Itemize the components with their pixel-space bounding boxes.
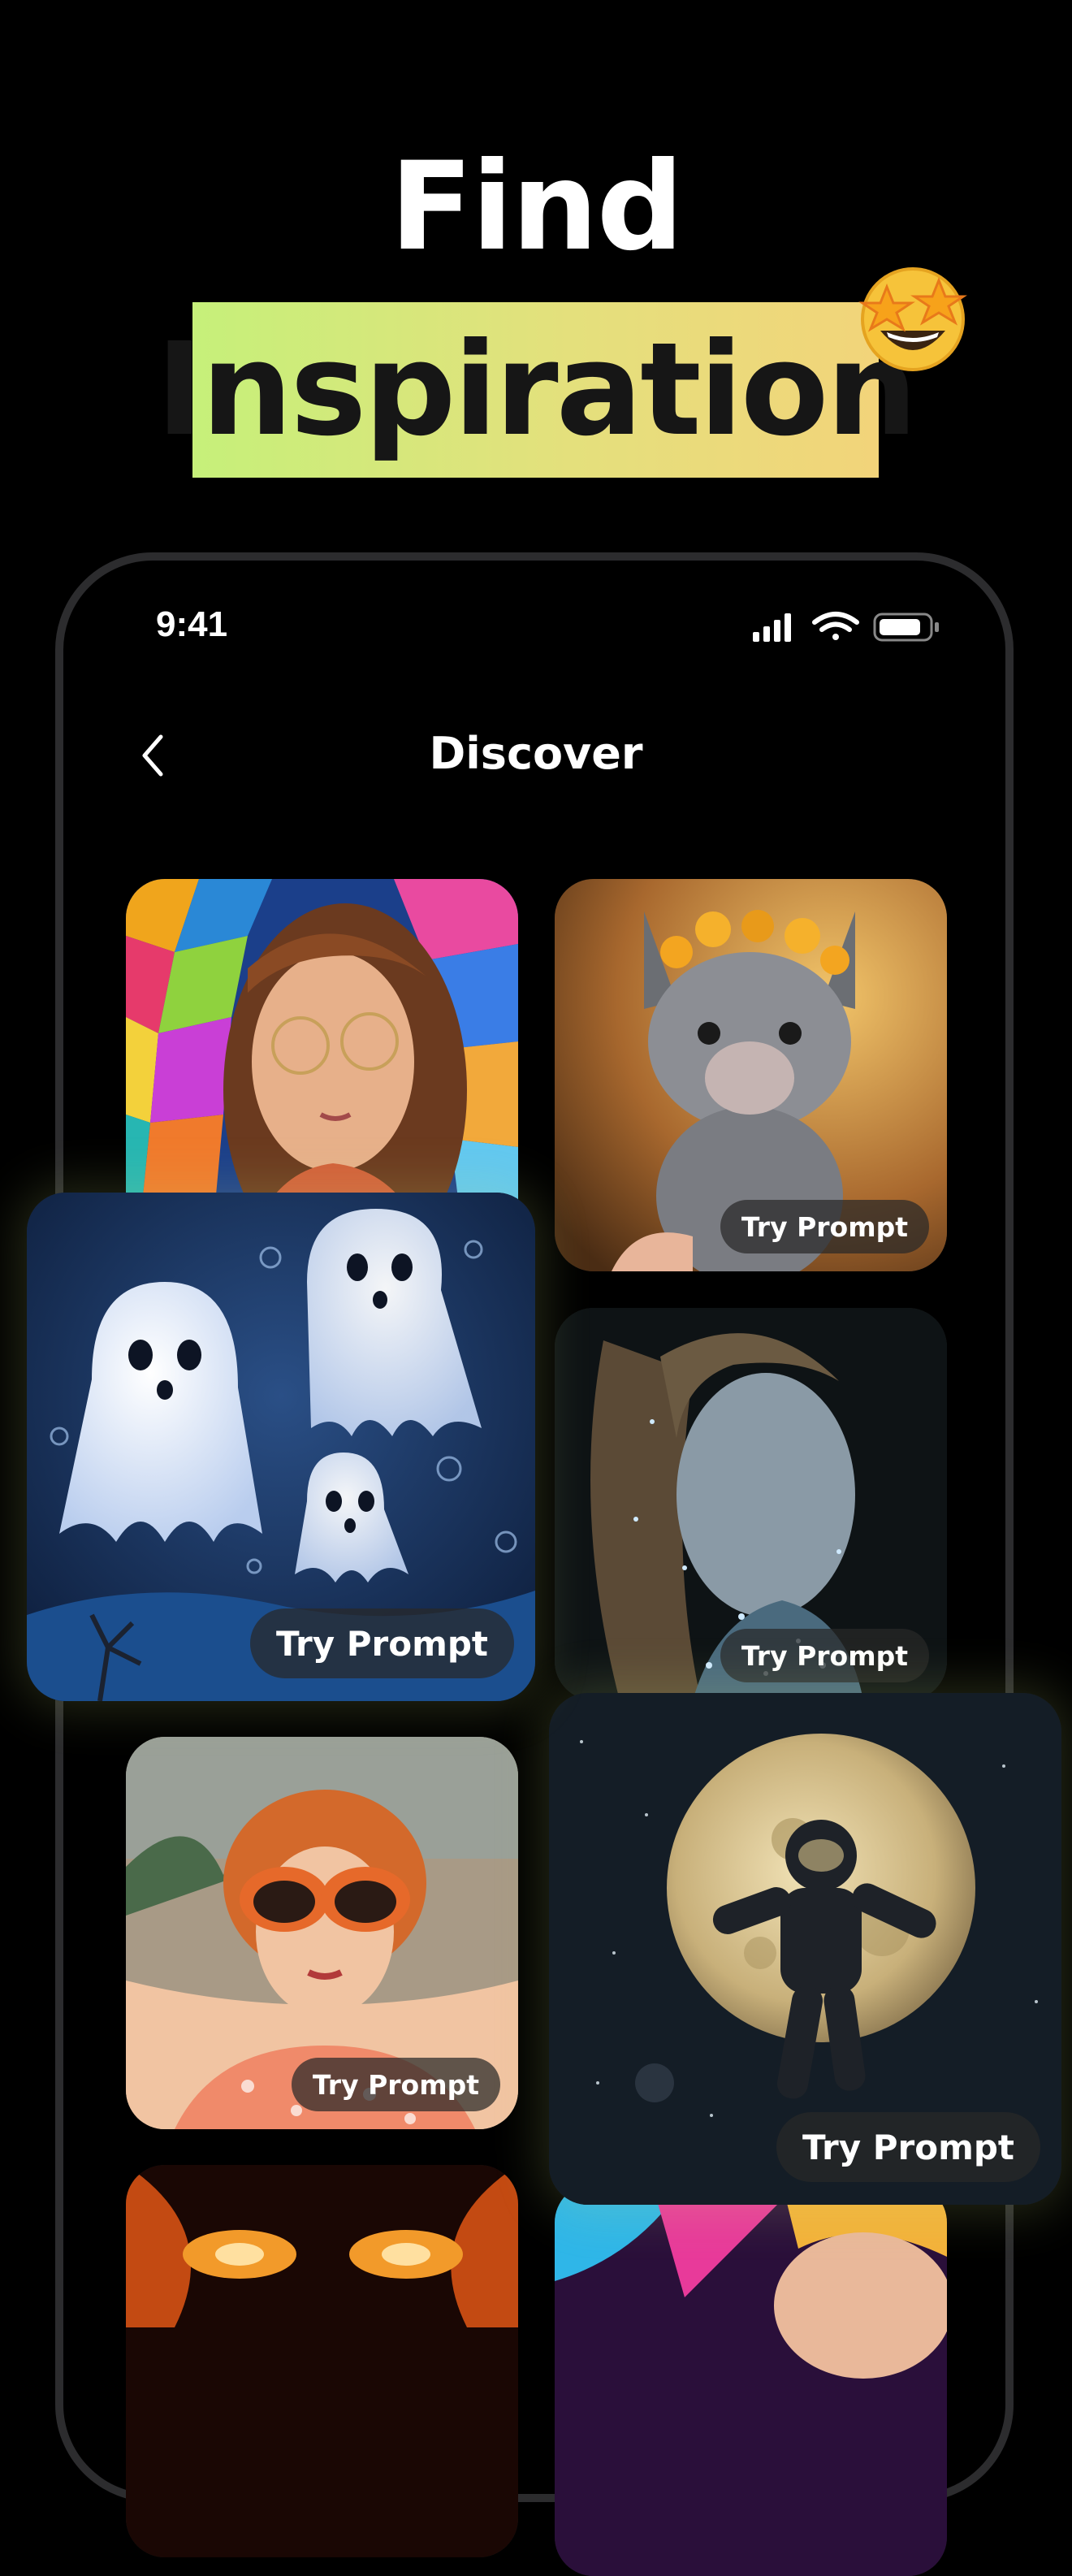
- try-prompt-button[interactable]: Try Prompt: [720, 1200, 929, 1253]
- cellular-signal-icon: [753, 613, 791, 642]
- fire-eyes-image: [126, 2165, 518, 2557]
- star-struck-emoji-icon: [858, 267, 967, 371]
- page-title: Discover: [429, 728, 643, 779]
- hero-title: Find: [389, 136, 684, 278]
- hero-subtitle: Inspiration: [156, 315, 918, 465]
- status-icons: [753, 612, 939, 642]
- sparkle-woman-card[interactable]: Try Prompt: [555, 1308, 947, 1700]
- ghosts-card[interactable]: Try Prompt: [27, 1193, 535, 1701]
- wifi-icon: [812, 612, 859, 640]
- colorful-portrait-image: [555, 2184, 947, 2576]
- try-prompt-button[interactable]: Try Prompt: [720, 1629, 929, 1682]
- status-time: 9:41: [156, 604, 228, 644]
- fire-eyes-card[interactable]: [126, 2165, 518, 2557]
- colorful-portrait-card[interactable]: [555, 2184, 947, 2576]
- battery-icon: [873, 613, 939, 642]
- try-prompt-button[interactable]: Try Prompt: [291, 2058, 500, 2111]
- try-prompt-button[interactable]: Try Prompt: [249, 1608, 514, 1678]
- baby-llama-card[interactable]: Try Prompt: [555, 879, 947, 1271]
- try-prompt-button[interactable]: Try Prompt: [776, 2112, 1040, 2182]
- retro-sunglasses-card[interactable]: Try Prompt: [126, 1737, 518, 2129]
- astronaut-moon-card[interactable]: Try Prompt: [549, 1693, 1061, 2205]
